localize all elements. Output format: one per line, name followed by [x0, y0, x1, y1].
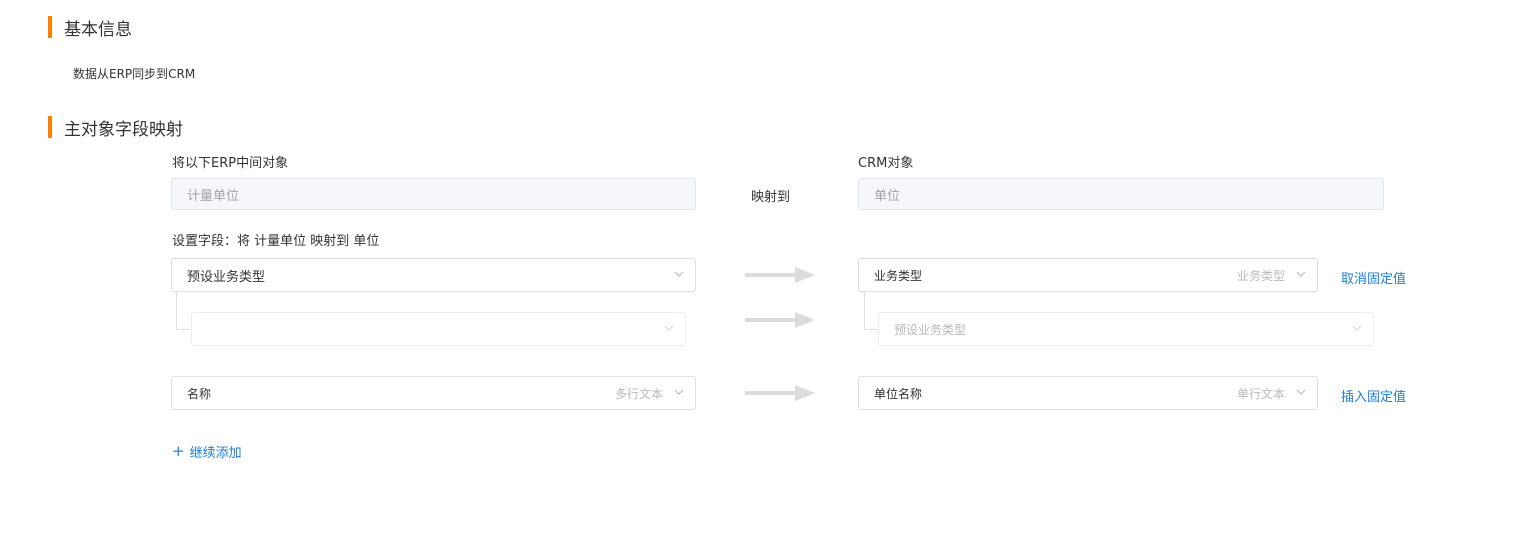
set-fields-label: 设置字段：将 计量单位 映射到 单位	[172, 234, 380, 249]
section-accent-bar	[48, 16, 52, 38]
plus-icon: +	[172, 442, 185, 460]
cancel-fixed-value-link[interactable]: 取消固定值	[1341, 268, 1406, 287]
add-more-label: 继续添加	[189, 446, 242, 461]
add-more-button[interactable]: + 继续添加	[172, 442, 242, 462]
target-subfield-value: 预设业务类型	[894, 322, 967, 337]
target-field-select[interactable]: 业务类型 业务类型	[858, 258, 1318, 292]
target-object-value: 单位	[874, 188, 901, 204]
source-field-select[interactable]: 预设业务类型	[171, 258, 696, 292]
source-object-input: 计量单位	[171, 178, 696, 210]
chevron-down-icon[interactable]	[673, 268, 685, 280]
chevron-down-icon[interactable]	[663, 322, 675, 334]
target-field-type: 业务类型	[1236, 268, 1285, 283]
source-field-value: 预设业务类型	[187, 269, 266, 285]
source-object-label: 将以下ERP中间对象	[172, 156, 289, 171]
mapping-section-title: 主对象字段映射	[48, 116, 183, 140]
section-accent-bar	[48, 116, 52, 138]
sync-direction-text: 数据从ERP同步到CRM	[73, 67, 196, 81]
target-field-select[interactable]: 单位名称 单行文本	[858, 376, 1318, 410]
map-arrow-icon	[745, 267, 815, 283]
target-object-label: CRM对象	[858, 156, 914, 171]
section-title-text: 基本信息	[64, 19, 132, 40]
source-object-value: 计量单位	[187, 188, 240, 204]
basic-info-section-title: 基本信息	[48, 16, 132, 40]
map-arrow-icon	[745, 312, 815, 328]
target-object-input: 单位	[858, 178, 1384, 210]
source-field-select[interactable]: 名称 多行文本	[171, 376, 696, 410]
target-field-value: 业务类型	[874, 268, 923, 283]
chevron-down-icon[interactable]	[1351, 322, 1363, 334]
section-title-text: 主对象字段映射	[64, 119, 183, 140]
map-arrow-icon	[745, 385, 815, 401]
chevron-down-icon[interactable]	[1295, 268, 1307, 280]
source-subfield-select[interactable]	[191, 312, 686, 346]
target-field-type: 单行文本	[1236, 386, 1285, 401]
target-field-value: 单位名称	[874, 386, 923, 401]
maps-to-text: 映射到	[751, 190, 791, 205]
target-subfield-select[interactable]: 预设业务类型	[878, 312, 1374, 346]
tree-connector	[864, 292, 878, 330]
insert-fixed-value-link[interactable]: 插入固定值	[1341, 386, 1406, 405]
source-field-value: 名称	[187, 386, 212, 401]
chevron-down-icon[interactable]	[673, 386, 685, 398]
chevron-down-icon[interactable]	[1295, 386, 1307, 398]
source-field-type: 多行文本	[614, 386, 663, 401]
tree-connector	[176, 292, 191, 330]
